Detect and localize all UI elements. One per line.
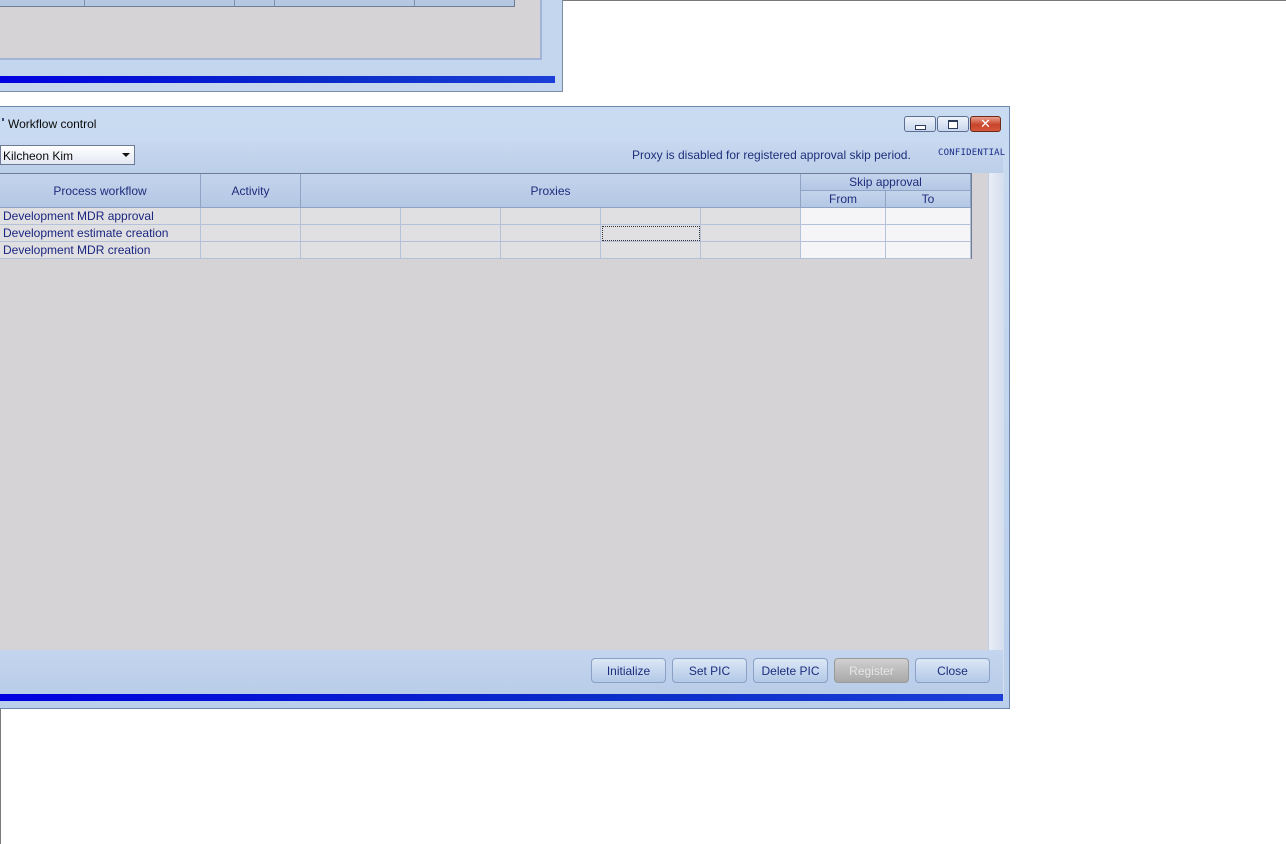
- initialize-button[interactable]: Initialize: [591, 658, 666, 683]
- activity-cell[interactable]: [201, 242, 301, 259]
- proxy-cell[interactable]: [601, 242, 701, 259]
- process-workflow-text: Development MDR creation: [3, 243, 151, 257]
- skip-from-cell[interactable]: [801, 242, 886, 259]
- column-header-activity[interactable]: Activity: [201, 174, 301, 208]
- title-bar[interactable]: Workflow control ✕: [0, 107, 1010, 141]
- proxy-cell[interactable]: [301, 208, 401, 225]
- proxy-notice: Proxy is disabled for registered approva…: [632, 148, 911, 162]
- table-row[interactable]: Development estimate creation: [0, 225, 971, 242]
- proxy-cell[interactable]: [301, 225, 401, 242]
- proxy-cell[interactable]: [701, 225, 801, 242]
- proxy-cell[interactable]: [401, 208, 501, 225]
- skip-to-cell[interactable]: [886, 208, 971, 225]
- vertical-scrollbar[interactable]: [988, 173, 1004, 695]
- proxy-cell[interactable]: [601, 208, 701, 225]
- proxy-cell[interactable]: [301, 242, 401, 259]
- minimize-icon: [914, 124, 926, 130]
- minimize-button[interactable]: [904, 116, 936, 132]
- process-workflow-text: Development estimate creation: [3, 226, 169, 240]
- delete-pic-button[interactable]: Delete PIC: [753, 658, 828, 683]
- close-button[interactable]: Close: [915, 658, 990, 683]
- workflow-grid: Process workflow Activity Proxies Skip a…: [0, 173, 972, 259]
- table-row[interactable]: Development MDR creation: [0, 242, 971, 259]
- activity-cell[interactable]: [201, 225, 301, 242]
- process-workflow-cell[interactable]: Development MDR creation: [0, 242, 201, 259]
- user-select-value: Kilcheon Kim: [3, 149, 74, 163]
- background-divider: [563, 0, 1286, 1]
- process-workflow-text: Development MDR approval: [3, 209, 154, 223]
- background-table-header: [0, 0, 515, 7]
- workflow-control-window: Workflow control ✕ Kilcheon Kim Proxy is…: [0, 106, 1010, 709]
- background-window[interactable]: [0, 0, 563, 92]
- confidential-label: CONFIDENTIAL: [938, 148, 1006, 158]
- toolbar: Kilcheon Kim Proxy is disabled for regis…: [0, 141, 1006, 173]
- close-window-button[interactable]: ✕: [970, 116, 1001, 132]
- proxy-cell[interactable]: [501, 242, 601, 259]
- table-row[interactable]: Development MDR approval: [0, 208, 971, 225]
- user-select[interactable]: Kilcheon Kim: [0, 145, 135, 165]
- column-header-skip-approval: Skip approval: [801, 174, 971, 191]
- process-workflow-cell[interactable]: Development MDR approval: [0, 208, 201, 225]
- register-button[interactable]: Register: [834, 658, 909, 683]
- client-area: Kilcheon Kim Proxy is disabled for regis…: [0, 141, 1006, 695]
- activity-cell[interactable]: [201, 208, 301, 225]
- skip-from-cell[interactable]: [801, 225, 886, 242]
- window-icon: [2, 118, 4, 121]
- background-divider: [0, 709, 1, 844]
- proxy-cell[interactable]: [501, 208, 601, 225]
- skip-from-cell[interactable]: [801, 208, 886, 225]
- skip-to-cell[interactable]: [886, 225, 971, 242]
- proxy-cell[interactable]: [401, 242, 501, 259]
- skip-to-cell[interactable]: [886, 242, 971, 259]
- proxy-cell[interactable]: [701, 208, 801, 225]
- process-workflow-cell[interactable]: Development estimate creation: [0, 225, 201, 242]
- column-header-proxies[interactable]: Proxies: [301, 174, 801, 208]
- window-title: Workflow control: [8, 117, 97, 131]
- column-header-process-workflow[interactable]: Process workflow: [0, 174, 201, 208]
- proxy-cell[interactable]: [701, 242, 801, 259]
- background-window-accent-bar: [0, 76, 555, 83]
- window-accent-bar: [0, 694, 1003, 701]
- close-icon: ✕: [980, 116, 991, 132]
- set-pic-button[interactable]: Set PIC: [672, 658, 747, 683]
- proxy-cell[interactable]: [401, 225, 501, 242]
- column-header-from[interactable]: From: [801, 191, 886, 208]
- chevron-down-icon: [122, 153, 130, 157]
- background-window-panel: [0, 0, 542, 60]
- column-header-to[interactable]: To: [886, 191, 971, 208]
- proxy-cell-focused[interactable]: [601, 225, 701, 242]
- maximize-button[interactable]: [937, 116, 969, 132]
- maximize-icon: [948, 119, 958, 129]
- proxy-cell[interactable]: [501, 225, 601, 242]
